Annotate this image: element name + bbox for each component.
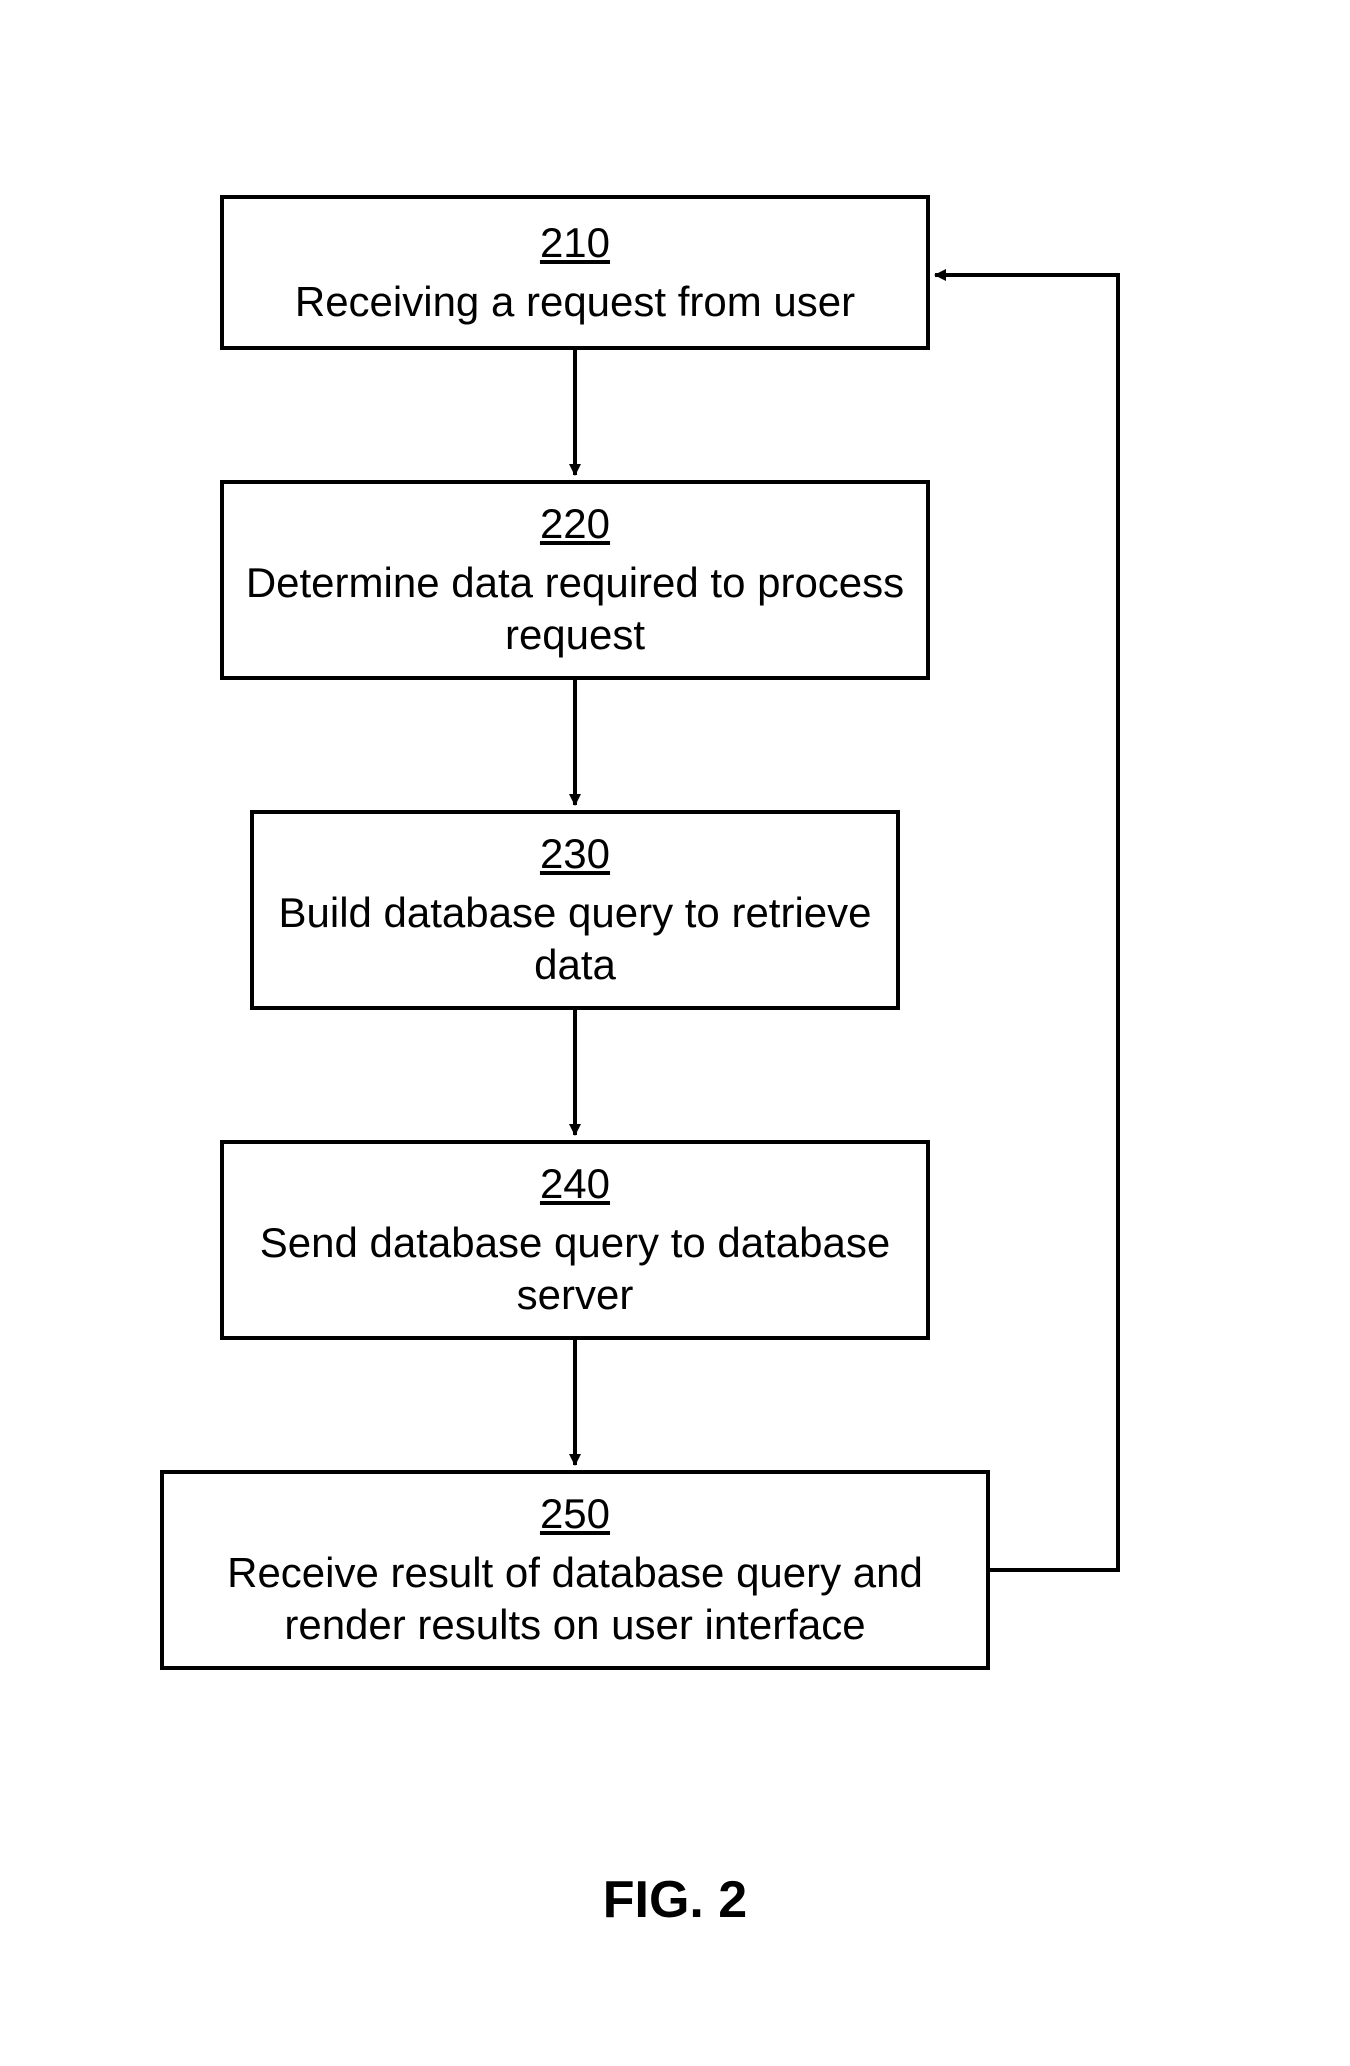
- step-number: 240: [244, 1158, 906, 1211]
- flowchart-canvas: 210 Receiving a request from user 220 De…: [0, 0, 1350, 2066]
- step-number: 250: [184, 1488, 966, 1541]
- step-box-210: 210 Receiving a request from user: [220, 195, 930, 350]
- step-box-220: 220 Determine data required to process r…: [220, 480, 930, 680]
- step-text: Receive result of database query and ren…: [184, 1547, 966, 1652]
- step-box-230: 230 Build database query to retrieve dat…: [250, 810, 900, 1010]
- step-number: 210: [244, 217, 906, 270]
- figure-caption: FIG. 2: [0, 1870, 1350, 1930]
- step-text: Send database query to database server: [244, 1217, 906, 1322]
- step-number: 220: [244, 498, 906, 551]
- step-text: Build database query to retrieve data: [274, 887, 876, 992]
- step-box-250: 250 Receive result of database query and…: [160, 1470, 990, 1670]
- step-number: 230: [274, 828, 876, 881]
- step-box-240: 240 Send database query to database serv…: [220, 1140, 930, 1340]
- step-text: Receiving a request from user: [244, 276, 906, 329]
- step-text: Determine data required to process reque…: [244, 557, 906, 662]
